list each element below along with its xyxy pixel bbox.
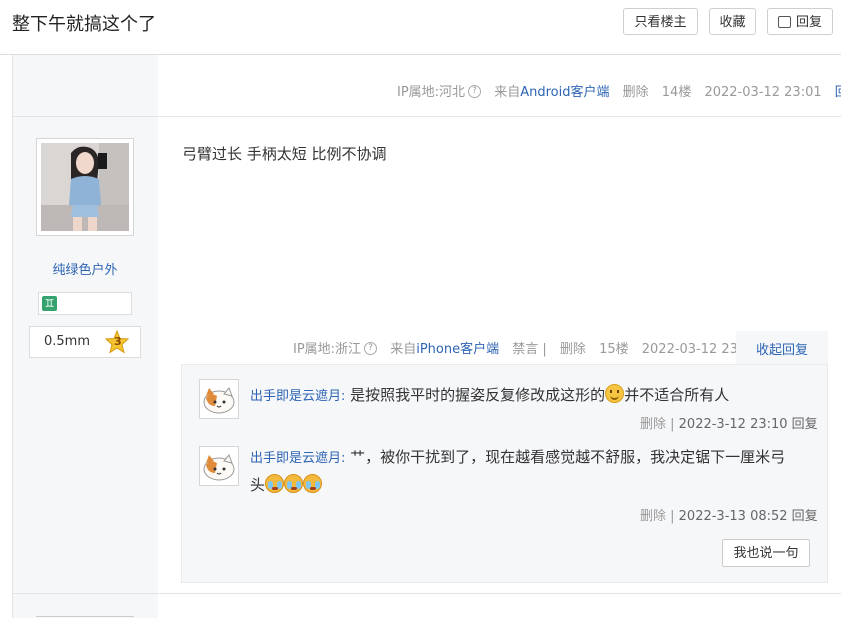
sub-reply-text: 艹，被你干扰到了，现在越看感觉越不舒服，我决定锯下一厘米弓 xyxy=(350,448,786,466)
delete-link[interactable]: 删除 | xyxy=(640,417,675,432)
sub-reply-text-tail: 并不适合所有人 xyxy=(624,386,730,404)
user-level[interactable]: 0.5mm 3 xyxy=(29,326,141,358)
fold-replies-link[interactable]: 收起回复 xyxy=(756,339,808,358)
zodiac-badge-box: ♊ xyxy=(38,292,132,315)
page-title: 整下午就搞这个了 xyxy=(12,14,156,35)
avatar-image xyxy=(41,143,129,231)
help-icon[interactable]: ? xyxy=(468,85,482,98)
floor-divider xyxy=(12,593,841,594)
reply-link[interactable]: 回复 xyxy=(792,509,818,524)
sub-reply-username[interactable]: 出手即是云遮月: xyxy=(250,389,345,404)
cry-emoji-icon xyxy=(284,474,304,493)
reply-thread-button[interactable]: 回复 xyxy=(767,8,833,35)
delete-link[interactable]: 删除 xyxy=(560,342,586,357)
level-value: 0.5mm xyxy=(44,334,91,349)
ip-location: IP属地:河北 xyxy=(397,85,466,100)
smile-emoji-icon xyxy=(605,384,625,403)
reply-icon xyxy=(777,15,791,28)
floor-divider xyxy=(12,116,841,117)
avatar[interactable] xyxy=(36,138,134,236)
level-badge-number: 3 xyxy=(114,335,122,348)
sub-reply-time: 2022-3-13 08:52 xyxy=(678,509,788,524)
collect-button[interactable]: 收藏 xyxy=(709,8,756,35)
sub-reply-content: 出手即是云遮月: 是按照我平时的握姿反复修改成这形的 并不适合所有人 xyxy=(250,382,810,410)
cry-emoji-icon xyxy=(265,474,285,493)
username-link[interactable]: 纯绿色户外 xyxy=(12,259,158,278)
source-client-link[interactable]: Android客户端 xyxy=(520,85,609,100)
sub-reply-meta: 删除 | 2022-3-12 23:10 回复 xyxy=(640,413,818,432)
sub-reply-content: 出手即是云遮月: 艹，被你干扰到了，现在越看感觉越不舒服，我决定锯下一厘米弓 头 xyxy=(250,444,815,499)
cat-avatar-icon xyxy=(200,447,238,485)
ip-location: IP属地:浙江 xyxy=(293,342,362,357)
ban-link[interactable]: 禁言 | xyxy=(512,342,547,357)
source-prefix: 来自 xyxy=(494,85,521,100)
reply-link[interactable]: 回复 xyxy=(835,85,841,100)
sub-reply-text: 是按照我平时的握姿反复修改成这形的 xyxy=(350,386,606,404)
only-op-button[interactable]: 只看楼主 xyxy=(623,8,698,35)
reply-link[interactable]: 回复 xyxy=(792,417,818,432)
cat-avatar-icon xyxy=(200,380,238,418)
delete-link[interactable]: 删除 xyxy=(623,85,649,100)
sub-reply-avatar[interactable] xyxy=(199,446,239,486)
source-prefix: 来自 xyxy=(390,342,417,357)
thread-header: 整下午就搞这个了 只看楼主 收藏 回复 xyxy=(0,0,841,55)
post-time: 2022-03-12 23:01 xyxy=(704,85,822,100)
sub-reply-text-line2: 头 xyxy=(250,476,266,494)
floor15-meta: IP属地:浙江? 来自iPhone客户端 禁言 | 删除 15楼 2022-03… xyxy=(293,338,759,357)
post-content: 弓臂过长 手柄太短 比例不协调 xyxy=(182,145,387,163)
reply-thread-label: 回复 xyxy=(795,15,822,30)
cry-emoji-icon xyxy=(303,474,323,493)
delete-link[interactable]: 删除 | xyxy=(640,509,675,524)
sub-reply-username[interactable]: 出手即是云遮月: xyxy=(250,451,345,466)
help-icon[interactable]: ? xyxy=(364,342,378,355)
floor-number: 15楼 xyxy=(599,342,629,357)
sub-reply-meta: 删除 | 2022-3-13 08:52 回复 xyxy=(640,505,818,524)
floor-number: 14楼 xyxy=(661,85,692,100)
gemini-icon: ♊ xyxy=(42,296,57,311)
sub-reply-time: 2022-3-12 23:10 xyxy=(678,417,788,432)
add-comment-button[interactable]: 我也说一句 xyxy=(722,539,810,567)
source-client-link[interactable]: iPhone客户端 xyxy=(416,342,499,357)
sub-reply-avatar[interactable] xyxy=(199,379,239,419)
floor14-meta: IP属地:河北? 来自Android客户端 删除 14楼 2022-03-12 … xyxy=(397,81,841,100)
